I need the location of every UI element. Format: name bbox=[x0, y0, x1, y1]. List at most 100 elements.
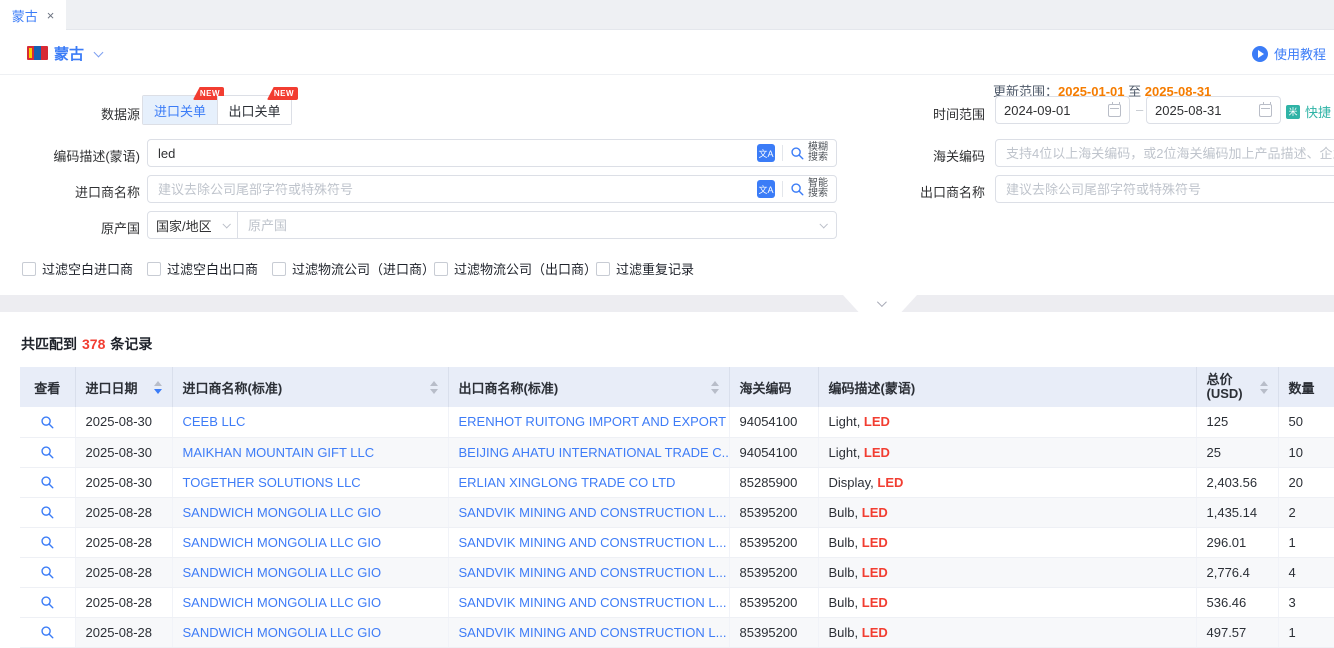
sort-icons[interactable] bbox=[711, 381, 719, 394]
translate-icon[interactable]: 文A bbox=[757, 180, 775, 198]
country-selector-label[interactable]: 蒙古 bbox=[54, 43, 84, 64]
cell-hs-code: 94054100 bbox=[729, 437, 818, 467]
sort-icons[interactable] bbox=[1260, 381, 1268, 394]
date-end-input[interactable] bbox=[1155, 103, 1259, 118]
importer-link[interactable]: TOGETHER SOLUTIONS LLC bbox=[183, 475, 361, 490]
cell-total-usd: 497.57 bbox=[1196, 617, 1278, 647]
exporter-link[interactable]: SANDVIK MINING AND CONSTRUCTION L... bbox=[459, 505, 727, 520]
results-table-wrap: 查看 进口日期 进口商名称(标准) 出口商名称(标准) 海关编码 编码描述(蒙语… bbox=[20, 367, 1334, 648]
cell-code-desc: Display, LED bbox=[818, 467, 1196, 497]
quick-select-button[interactable]: 米 快捷 bbox=[1286, 102, 1331, 121]
quick-select-icon: 米 bbox=[1286, 105, 1300, 119]
checkbox-icon[interactable] bbox=[596, 262, 610, 276]
header-exporter-name[interactable]: 出口商名称(标准) bbox=[448, 367, 729, 407]
chevron-down-icon[interactable] bbox=[819, 220, 827, 228]
header-importer-name[interactable]: 进口商名称(标准) bbox=[172, 367, 448, 407]
cell-import-date: 2025-08-30 bbox=[75, 407, 172, 437]
view-record-button[interactable] bbox=[20, 467, 75, 497]
exporter-link[interactable]: SANDVIK MINING AND CONSTRUCTION L... bbox=[459, 595, 727, 610]
checkbox-filter-blank-exporter[interactable]: 过滤空白出口商 bbox=[147, 259, 258, 278]
exporter-link[interactable]: ERENHOT RUITONG IMPORT AND EXPORT ... bbox=[459, 414, 730, 429]
tutorial-link[interactable]: 使用教程 bbox=[1252, 44, 1326, 63]
checkbox-filter-duplicates[interactable]: 过滤重复记录 bbox=[596, 259, 694, 278]
checkbox-filter-blank-importer[interactable]: 过滤空白进口商 bbox=[22, 259, 133, 278]
smart-search-button[interactable]: 智能 搜索 bbox=[790, 179, 828, 199]
origin-country-label: 原产国 bbox=[0, 218, 140, 237]
app-header: 蒙古 使用教程 bbox=[0, 30, 1334, 75]
view-record-button[interactable] bbox=[20, 407, 75, 437]
calendar-icon[interactable] bbox=[1108, 104, 1121, 117]
cell-total-usd: 2,403.56 bbox=[1196, 467, 1278, 497]
exporter-name-input[interactable] bbox=[996, 182, 1334, 197]
checkbox-filter-logistics-importer[interactable]: 过滤物流公司（进口商） bbox=[272, 259, 435, 278]
date-end-field[interactable] bbox=[1146, 96, 1281, 124]
importer-link[interactable]: SANDWICH MONGOLIA LLC GIO bbox=[183, 535, 382, 550]
view-record-button[interactable] bbox=[20, 527, 75, 557]
code-desc-input[interactable] bbox=[148, 146, 757, 161]
exporter-link[interactable]: BEIJING AHATU INTERNATIONAL TRADE C... bbox=[459, 445, 730, 460]
view-search-icon bbox=[40, 475, 55, 490]
cell-quantity: 2 bbox=[1278, 497, 1334, 527]
exporter-link[interactable]: SANDVIK MINING AND CONSTRUCTION L... bbox=[459, 625, 727, 640]
checkbox-icon[interactable] bbox=[22, 262, 36, 276]
table-row: 2025-08-28 SANDWICH MONGOLIA LLC GIO SAN… bbox=[20, 587, 1334, 617]
hs-code-input[interactable] bbox=[996, 146, 1334, 161]
collapse-filters-button[interactable] bbox=[843, 295, 917, 312]
view-record-button[interactable] bbox=[20, 617, 75, 647]
importer-link[interactable]: SANDWICH MONGOLIA LLC GIO bbox=[183, 505, 382, 520]
importer-link[interactable]: MAIKHAN MOUNTAIN GIFT LLC bbox=[183, 445, 375, 460]
cell-hs-code: 85395200 bbox=[729, 587, 818, 617]
checkbox-label: 过滤物流公司（出口商） bbox=[454, 259, 597, 278]
cell-exporter-name: SANDVIK MINING AND CONSTRUCTION L... bbox=[448, 527, 729, 557]
fuzzy-search-button[interactable]: 模糊 搜索 bbox=[790, 143, 828, 163]
sort-icons[interactable] bbox=[430, 381, 438, 394]
date-start-field[interactable] bbox=[995, 96, 1130, 124]
checkbox-icon[interactable] bbox=[272, 262, 286, 276]
view-record-button[interactable] bbox=[20, 437, 75, 467]
view-search-icon bbox=[40, 445, 55, 460]
view-record-button[interactable] bbox=[20, 557, 75, 587]
checkbox-icon[interactable] bbox=[147, 262, 161, 276]
origin-country-input[interactable] bbox=[238, 218, 820, 233]
cell-importer-name: SANDWICH MONGOLIA LLC GIO bbox=[172, 557, 448, 587]
page-tab-mongolia[interactable]: 蒙古 × bbox=[0, 0, 66, 30]
cell-exporter-name: SANDVIK MINING AND CONSTRUCTION L... bbox=[448, 617, 729, 647]
search-icon bbox=[790, 182, 805, 197]
close-icon[interactable]: × bbox=[47, 9, 55, 22]
exporter-link[interactable]: ERLIAN XINGLONG TRADE CO LTD bbox=[459, 475, 676, 490]
cell-exporter-name: SANDVIK MINING AND CONSTRUCTION L... bbox=[448, 497, 729, 527]
chevron-down-icon[interactable] bbox=[94, 48, 104, 58]
region-select[interactable]: 国家/地区 bbox=[148, 212, 238, 238]
region-select-value: 国家/地区 bbox=[156, 216, 212, 235]
translate-icon[interactable]: 文A bbox=[757, 144, 775, 162]
importer-link[interactable]: CEEB LLC bbox=[183, 414, 246, 429]
view-record-button[interactable] bbox=[20, 587, 75, 617]
code-desc-field: 文A 模糊 搜索 bbox=[147, 139, 837, 167]
importer-link[interactable]: SANDWICH MONGOLIA LLC GIO bbox=[183, 625, 382, 640]
importer-name-input[interactable] bbox=[148, 182, 757, 197]
importer-link[interactable]: SANDWICH MONGOLIA LLC GIO bbox=[183, 565, 382, 580]
sort-icons[interactable] bbox=[154, 381, 162, 394]
cell-hs-code: 94054100 bbox=[729, 407, 818, 437]
exporter-link[interactable]: SANDVIK MINING AND CONSTRUCTION L... bbox=[459, 535, 727, 550]
checkbox-icon[interactable] bbox=[434, 262, 448, 276]
page-tab-title: 蒙古 bbox=[12, 6, 38, 25]
keyword-highlight: LED bbox=[862, 505, 888, 520]
tab-import-declarations[interactable]: 进口关单 NEW bbox=[143, 96, 217, 124]
date-range-separator: – bbox=[1136, 102, 1143, 117]
panel-separator bbox=[0, 295, 1334, 312]
calendar-icon[interactable] bbox=[1259, 104, 1272, 117]
header-view: 查看 bbox=[20, 367, 75, 407]
keyword-highlight: LED bbox=[864, 445, 890, 460]
importer-link[interactable]: SANDWICH MONGOLIA LLC GIO bbox=[183, 595, 382, 610]
view-record-button[interactable] bbox=[20, 497, 75, 527]
header-import-date[interactable]: 进口日期 bbox=[75, 367, 172, 407]
exporter-link[interactable]: SANDVIK MINING AND CONSTRUCTION L... bbox=[459, 565, 727, 580]
header-total-usd[interactable]: 总价 (USD) bbox=[1196, 367, 1278, 407]
keyword-highlight: LED bbox=[877, 475, 903, 490]
view-search-icon bbox=[40, 535, 55, 550]
checkbox-filter-logistics-exporter[interactable]: 过滤物流公司（出口商） bbox=[434, 259, 597, 278]
date-start-input[interactable] bbox=[1004, 103, 1108, 118]
results-table: 查看 进口日期 进口商名称(标准) 出口商名称(标准) 海关编码 编码描述(蒙语… bbox=[20, 367, 1334, 648]
tab-export-declarations[interactable]: 出口关单 NEW bbox=[217, 96, 291, 124]
